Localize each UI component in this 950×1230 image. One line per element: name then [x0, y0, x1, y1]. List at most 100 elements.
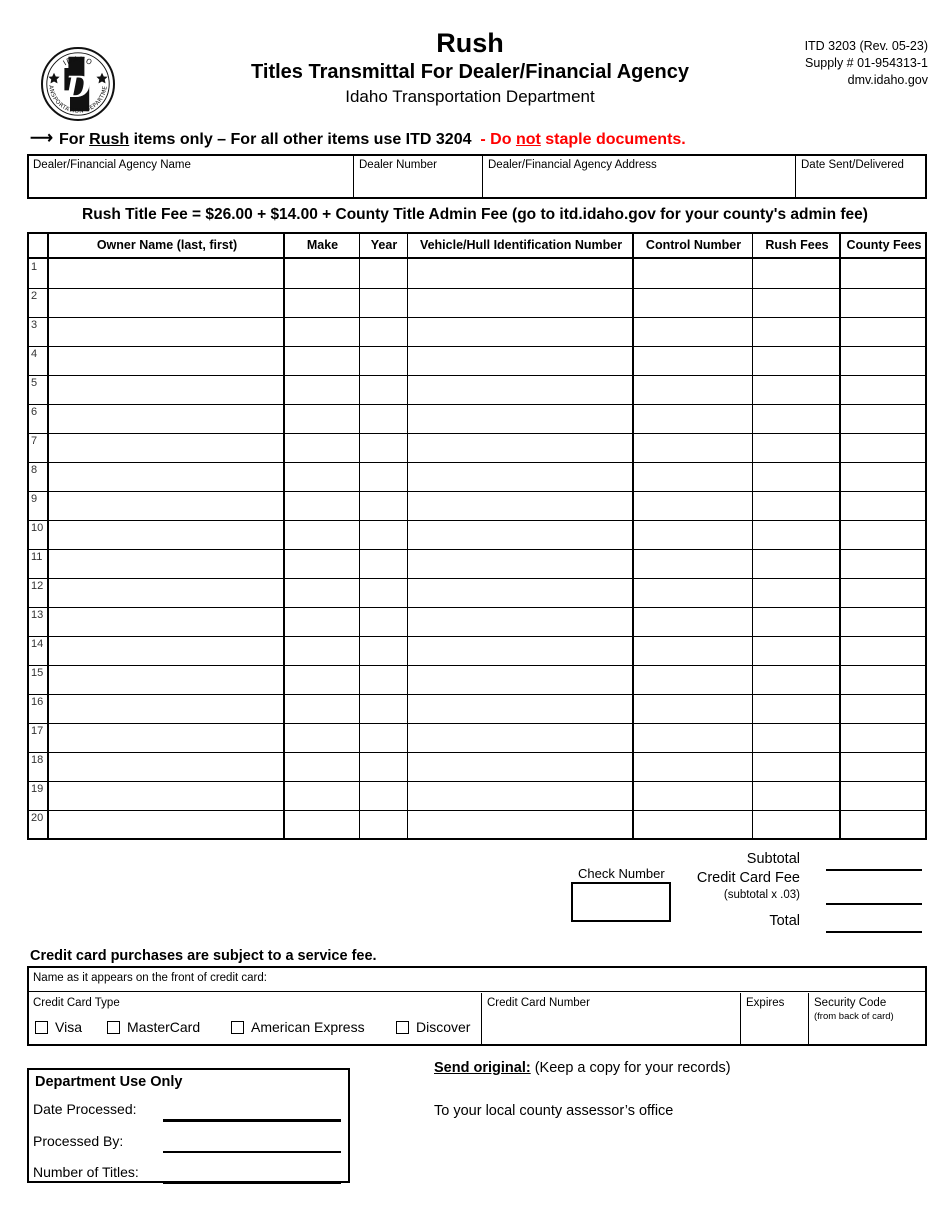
- table-cell-owner[interactable]: [49, 555, 281, 576]
- table-cell-year[interactable]: [361, 439, 405, 460]
- table-cell-county-fees[interactable]: [841, 729, 923, 750]
- table-cell-county-fees[interactable]: [841, 497, 923, 518]
- table-cell-year[interactable]: [361, 381, 405, 402]
- table-cell-owner[interactable]: [49, 497, 281, 518]
- table-cell-year[interactable]: [361, 265, 405, 286]
- table-cell-year[interactable]: [361, 497, 405, 518]
- table-cell-year[interactable]: [361, 787, 405, 808]
- table-cell-year[interactable]: [361, 671, 405, 692]
- dealer-address-input[interactable]: [488, 176, 788, 194]
- dealer-number-input[interactable]: [359, 176, 475, 194]
- table-cell-owner[interactable]: [49, 584, 281, 605]
- table-cell-vin[interactable]: [409, 265, 630, 286]
- table-cell-owner[interactable]: [49, 294, 281, 315]
- table-cell-vin[interactable]: [409, 323, 630, 344]
- table-cell-year[interactable]: [361, 410, 405, 431]
- table-cell-control[interactable]: [634, 381, 750, 402]
- table-cell-rush-fees[interactable]: [754, 352, 837, 373]
- table-cell-control[interactable]: [634, 816, 750, 837]
- table-cell-rush-fees[interactable]: [754, 468, 837, 489]
- table-cell-control[interactable]: [634, 294, 750, 315]
- table-cell-vin[interactable]: [409, 642, 630, 663]
- table-cell-make[interactable]: [285, 729, 357, 750]
- table-cell-rush-fees[interactable]: [754, 323, 837, 344]
- table-cell-year[interactable]: [361, 700, 405, 721]
- table-cell-county-fees[interactable]: [841, 584, 923, 605]
- table-cell-control[interactable]: [634, 439, 750, 460]
- table-cell-make[interactable]: [285, 700, 357, 721]
- table-cell-make[interactable]: [285, 671, 357, 692]
- table-cell-owner[interactable]: [49, 787, 281, 808]
- table-cell-vin[interactable]: [409, 526, 630, 547]
- table-cell-vin[interactable]: [409, 758, 630, 779]
- table-cell-make[interactable]: [285, 816, 357, 837]
- table-cell-control[interactable]: [634, 584, 750, 605]
- table-cell-owner[interactable]: [49, 642, 281, 663]
- table-cell-county-fees[interactable]: [841, 700, 923, 721]
- table-cell-control[interactable]: [634, 410, 750, 431]
- date-sent-delivered-input[interactable]: [801, 176, 919, 194]
- table-cell-rush-fees[interactable]: [754, 613, 837, 634]
- table-cell-rush-fees[interactable]: [754, 555, 837, 576]
- table-cell-make[interactable]: [285, 294, 357, 315]
- table-cell-control[interactable]: [634, 323, 750, 344]
- table-cell-owner[interactable]: [49, 468, 281, 489]
- table-cell-year[interactable]: [361, 526, 405, 547]
- table-cell-county-fees[interactable]: [841, 555, 923, 576]
- table-cell-year[interactable]: [361, 323, 405, 344]
- table-cell-owner[interactable]: [49, 381, 281, 402]
- table-cell-vin[interactable]: [409, 671, 630, 692]
- table-cell-owner[interactable]: [49, 439, 281, 460]
- table-cell-vin[interactable]: [409, 700, 630, 721]
- table-cell-control[interactable]: [634, 526, 750, 547]
- table-cell-vin[interactable]: [409, 381, 630, 402]
- table-cell-control[interactable]: [634, 787, 750, 808]
- table-cell-owner[interactable]: [49, 323, 281, 344]
- table-cell-owner[interactable]: [49, 758, 281, 779]
- table-cell-year[interactable]: [361, 294, 405, 315]
- table-cell-control[interactable]: [634, 613, 750, 634]
- table-cell-make[interactable]: [285, 642, 357, 663]
- checkbox-american-express[interactable]: [231, 1021, 244, 1034]
- table-cell-year[interactable]: [361, 729, 405, 750]
- table-cell-make[interactable]: [285, 555, 357, 576]
- table-cell-county-fees[interactable]: [841, 758, 923, 779]
- table-cell-year[interactable]: [361, 642, 405, 663]
- table-cell-rush-fees[interactable]: [754, 671, 837, 692]
- table-cell-control[interactable]: [634, 468, 750, 489]
- table-cell-control[interactable]: [634, 555, 750, 576]
- table-cell-vin[interactable]: [409, 410, 630, 431]
- checkbox-mastercard[interactable]: [107, 1021, 120, 1034]
- table-cell-vin[interactable]: [409, 439, 630, 460]
- table-cell-control[interactable]: [634, 352, 750, 373]
- table-cell-county-fees[interactable]: [841, 787, 923, 808]
- table-cell-make[interactable]: [285, 787, 357, 808]
- table-cell-vin[interactable]: [409, 352, 630, 373]
- table-cell-vin[interactable]: [409, 729, 630, 750]
- table-cell-make[interactable]: [285, 613, 357, 634]
- table-cell-county-fees[interactable]: [841, 381, 923, 402]
- table-cell-county-fees[interactable]: [841, 526, 923, 547]
- table-cell-rush-fees[interactable]: [754, 787, 837, 808]
- table-cell-vin[interactable]: [409, 816, 630, 837]
- table-cell-owner[interactable]: [49, 671, 281, 692]
- table-cell-owner[interactable]: [49, 700, 281, 721]
- table-cell-make[interactable]: [285, 352, 357, 373]
- table-cell-control[interactable]: [634, 642, 750, 663]
- table-cell-make[interactable]: [285, 468, 357, 489]
- table-cell-county-fees[interactable]: [841, 294, 923, 315]
- table-cell-control[interactable]: [634, 729, 750, 750]
- table-cell-rush-fees[interactable]: [754, 381, 837, 402]
- table-cell-rush-fees[interactable]: [754, 526, 837, 547]
- table-cell-county-fees[interactable]: [841, 613, 923, 634]
- table-cell-make[interactable]: [285, 758, 357, 779]
- table-cell-vin[interactable]: [409, 294, 630, 315]
- table-cell-owner[interactable]: [49, 816, 281, 837]
- table-cell-county-fees[interactable]: [841, 439, 923, 460]
- table-cell-make[interactable]: [285, 381, 357, 402]
- table-cell-make[interactable]: [285, 265, 357, 286]
- table-cell-rush-fees[interactable]: [754, 497, 837, 518]
- table-cell-rush-fees[interactable]: [754, 816, 837, 837]
- table-cell-vin[interactable]: [409, 468, 630, 489]
- table-cell-rush-fees[interactable]: [754, 729, 837, 750]
